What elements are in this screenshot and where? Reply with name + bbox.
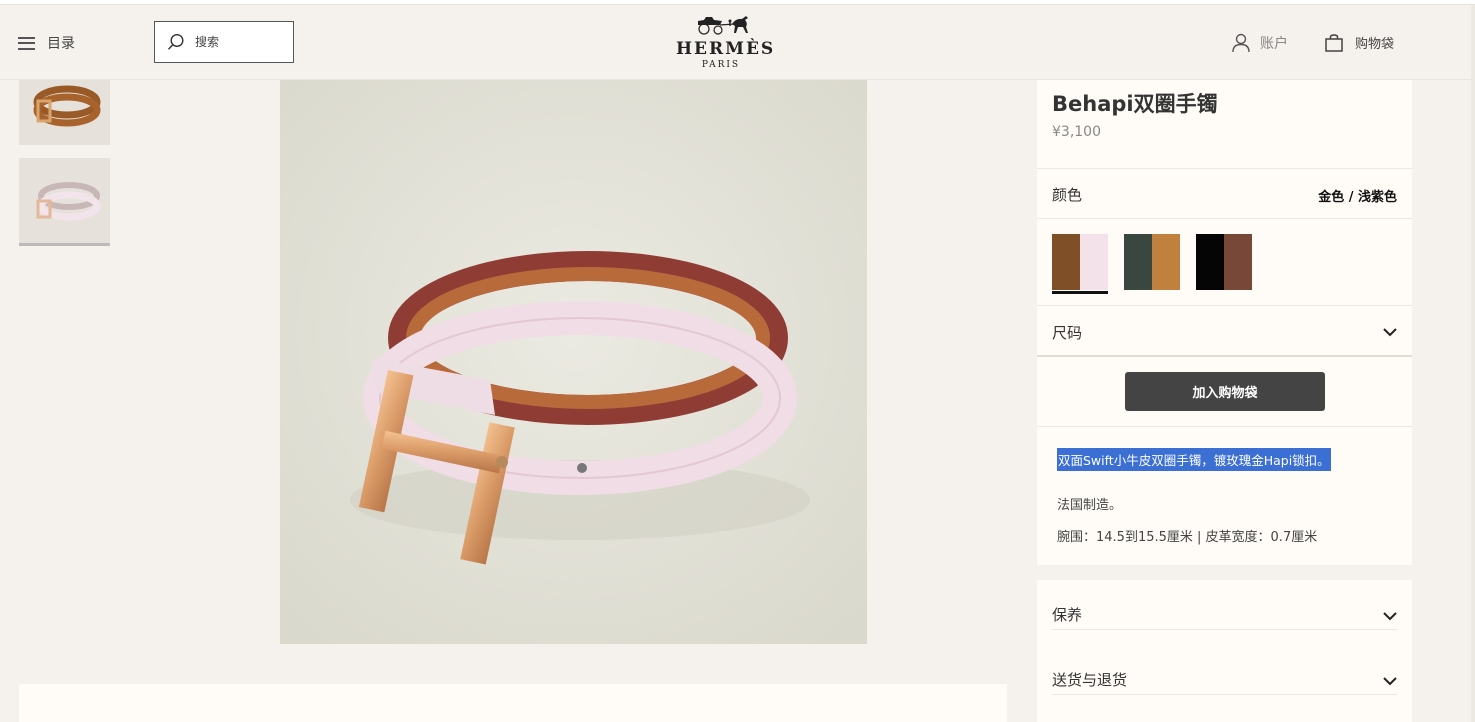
swatch-black-brown[interactable] bbox=[1196, 234, 1252, 290]
site-header: 目录 HERMÈS PARIS 账户 购 bbox=[0, 5, 1475, 80]
logo-name: HERMÈS bbox=[676, 39, 776, 59]
divider bbox=[1037, 426, 1412, 427]
main-product-image bbox=[280, 80, 867, 644]
product-thumbnail-1[interactable] bbox=[19, 80, 110, 145]
divider bbox=[1037, 355, 1412, 357]
bracelet-main-image bbox=[280, 80, 867, 644]
account-label: 账户 bbox=[1260, 36, 1288, 52]
thumbnail-bracelet-pink-image bbox=[19, 158, 110, 243]
accordion-panel: 保养 送货与退货 bbox=[1037, 580, 1412, 722]
search-box[interactable] bbox=[154, 21, 294, 63]
chevron-down-icon bbox=[1383, 677, 1397, 686]
accordion-care[interactable]: 保养 bbox=[1052, 580, 1397, 630]
shopping-bag-button[interactable]: 购物袋 bbox=[1325, 33, 1394, 52]
product-price: ¥3,100 bbox=[1052, 124, 1101, 140]
color-label: 颜色 bbox=[1052, 186, 1083, 204]
menu-label: 目录 bbox=[47, 36, 75, 52]
accordion-shipping[interactable]: 送货与退货 bbox=[1052, 645, 1397, 695]
chevron-down-icon bbox=[1383, 612, 1397, 621]
page-scrollbar[interactable] bbox=[1471, 5, 1475, 722]
user-icon bbox=[1232, 33, 1250, 53]
search-icon bbox=[167, 33, 184, 50]
swatch-selected-indicator bbox=[1052, 291, 1108, 294]
made-in-text: 法国制造。 bbox=[1057, 498, 1123, 513]
product-thumbnail-2[interactable] bbox=[19, 158, 110, 246]
product-title: Behapi双圈手镯 bbox=[1052, 92, 1218, 116]
divider bbox=[1037, 218, 1412, 219]
chevron-down-icon bbox=[1383, 328, 1397, 337]
hamburger-icon bbox=[18, 36, 35, 50]
color-value: 金色 / 浅紫色 bbox=[1318, 190, 1397, 205]
hermes-logo[interactable]: HERMÈS PARIS bbox=[676, 15, 776, 70]
carriage-logo-icon bbox=[698, 16, 748, 35]
shopping-bag-icon bbox=[1325, 33, 1343, 52]
care-label: 保养 bbox=[1052, 606, 1083, 624]
menu-button[interactable]: 目录 bbox=[18, 33, 75, 53]
product-description-selected: 双面Swift小牛皮双圈手镯，镀玫瑰金Hapi锁扣。 bbox=[1057, 448, 1331, 471]
shopping-bag-label: 购物袋 bbox=[1355, 37, 1395, 52]
size-label: 尺码 bbox=[1052, 324, 1083, 342]
swatch-gold-light-purple[interactable] bbox=[1052, 234, 1108, 290]
product-info-panel: Behapi双圈手镯 ¥3,100 颜色 金色 / 浅紫色 尺码 加入购物袋 双… bbox=[1037, 80, 1412, 565]
swatch-green-tan[interactable] bbox=[1124, 234, 1180, 290]
dimensions-text: 腕围：14.5到15.5厘米 | 皮革宽度：0.7厘米 bbox=[1057, 530, 1318, 545]
divider bbox=[1037, 168, 1412, 169]
shipping-label: 送货与退货 bbox=[1052, 671, 1128, 689]
size-selector[interactable]: 尺码 bbox=[1037, 306, 1412, 356]
bottom-content-card bbox=[19, 684, 1007, 722]
add-to-bag-button[interactable]: 加入购物袋 bbox=[1125, 372, 1325, 411]
search-input[interactable] bbox=[195, 35, 275, 49]
account-button[interactable]: 账户 bbox=[1232, 33, 1288, 53]
logo-sub: PARIS bbox=[701, 60, 741, 70]
thumbnail-bracelet-brown-image bbox=[19, 80, 110, 145]
